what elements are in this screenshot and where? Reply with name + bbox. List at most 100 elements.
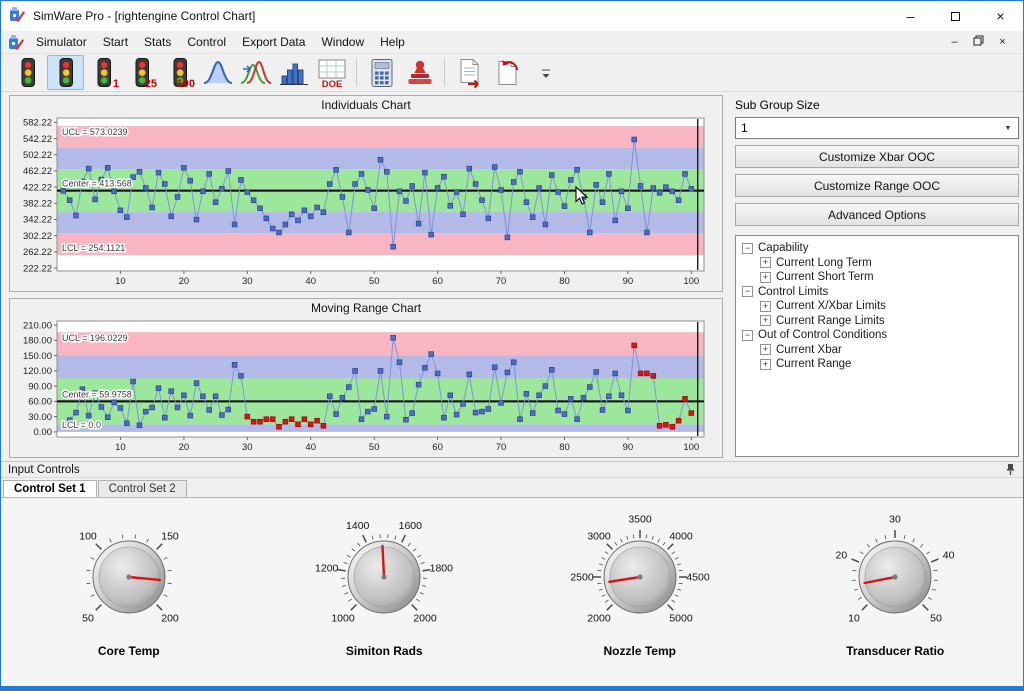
window-resize-edge	[1, 686, 1023, 690]
svg-text:120.00: 120.00	[23, 366, 52, 377]
svg-text:4500: 4500	[686, 572, 710, 584]
menu-control[interactable]: Control	[179, 32, 234, 52]
knob-dial[interactable]: 1020304050	[769, 511, 1021, 644]
customize-xbar-ooc-button[interactable]: Customize Xbar OOC	[735, 145, 1019, 168]
tree-item-current-short-term[interactable]: + Current Short Term	[738, 270, 1016, 285]
moving-range-chart-panel: Moving Range Chart 210.00180.00150.00120…	[9, 298, 723, 458]
svg-text:20: 20	[179, 442, 190, 453]
svg-text:Center = 59.9758: Center = 59.9758	[62, 389, 132, 399]
tree-item-label: Current Short Term	[776, 271, 874, 283]
svg-text:80: 80	[559, 276, 570, 287]
knob-label-nozzle-temp: Nozzle Temp	[514, 644, 766, 658]
tree-item-label: Current Xbar	[776, 344, 842, 356]
knob-dial[interactable]: 2000250030003500400045005000	[514, 511, 766, 644]
svg-text:UCL = 196.0229: UCL = 196.0229	[62, 333, 127, 343]
tree-item-out-of-control-conditions[interactable]: −Out of Control Conditions	[738, 328, 1016, 343]
tree-item-control-limits[interactable]: −Control Limits	[738, 285, 1016, 300]
menu-bar-items: SimulatorStartStatsControlExport DataWin…	[28, 32, 413, 52]
svg-text:1200: 1200	[315, 562, 339, 574]
svg-text:3500: 3500	[628, 514, 652, 526]
knob-simiton-rads[interactable]: 100012001400160018002000Simiton Rads	[258, 511, 510, 658]
title-bar: SimWare Pro - [rightengine Control Chart…	[1, 1, 1023, 31]
advanced-options-button[interactable]: Advanced Options	[735, 203, 1019, 226]
svg-text:382.22: 382.22	[23, 199, 52, 210]
charts-column: Individuals Chart 582.22542.22502.22462.…	[1, 92, 727, 461]
subgroup-size-combobox[interactable]: 1 ▼	[735, 117, 1019, 139]
customize-range-ooc-button[interactable]: Customize Range OOC	[735, 174, 1019, 197]
expand-icon[interactable]: +	[760, 272, 771, 283]
toolbar-overflow-button[interactable]	[527, 55, 564, 90]
run-traffic-active-button[interactable]	[47, 55, 84, 90]
svg-text:100: 100	[683, 276, 699, 287]
export-data-button[interactable]	[489, 55, 526, 90]
maximize-button[interactable]	[933, 1, 978, 31]
menu-start[interactable]: Start	[95, 32, 136, 52]
knob-transducer-ratio[interactable]: 1020304050Transducer Ratio	[769, 511, 1021, 658]
tree-item-current-range[interactable]: + Current Range	[738, 357, 1016, 372]
run-100-button[interactable]: 100	[161, 55, 198, 90]
toolbar-separator	[356, 59, 357, 86]
mdi-close-button[interactable]: ×	[992, 34, 1013, 51]
collapse-icon[interactable]: −	[742, 330, 753, 341]
toolbar: 125100 DOE	[1, 54, 1023, 92]
tree-item-current-long-term[interactable]: +Current Long Term	[738, 256, 1016, 271]
knob-dial[interactable]: 100012001400160018002000	[258, 511, 510, 644]
knob-dial[interactable]: 50100150200	[3, 511, 255, 644]
expand-icon[interactable]: +	[760, 344, 771, 355]
tree-item-label: Capability	[758, 242, 809, 254]
minimize-button[interactable]: –	[888, 1, 933, 31]
svg-text:50: 50	[369, 276, 380, 287]
menu-window[interactable]: Window	[313, 32, 372, 52]
expand-icon[interactable]: +	[760, 359, 771, 370]
input-controls-panel: Input Controls Control Set 1Control Set …	[1, 461, 1023, 690]
menu-simulator[interactable]: Simulator	[28, 32, 95, 52]
menu-stats[interactable]: Stats	[136, 32, 179, 52]
expand-icon[interactable]: +	[760, 301, 771, 312]
mdi-minimize-button[interactable]: –	[944, 34, 965, 51]
run-1-button[interactable]: 1	[85, 55, 122, 90]
svg-text:2000: 2000	[587, 613, 611, 625]
histogram-button[interactable]	[275, 55, 312, 90]
knob-core-temp[interactable]: 50100150200Core Temp	[3, 511, 255, 658]
chevron-down-icon[interactable]: ▼	[999, 119, 1017, 137]
tree-item-current-x-xbar-limits[interactable]: +Current X/Xbar Limits	[738, 299, 1016, 314]
svg-text:40: 40	[943, 549, 955, 561]
knob-nozzle-temp[interactable]: 2000250030003500400045005000Nozzle Temp	[514, 511, 766, 658]
collapse-icon[interactable]: −	[742, 243, 753, 254]
calculator-button[interactable]	[363, 55, 400, 90]
tree-item-current-range-limits[interactable]: +Current Range Limits	[738, 314, 1016, 329]
svg-text:70: 70	[496, 276, 507, 287]
expand-icon[interactable]: +	[760, 257, 771, 268]
distribution-button[interactable]	[199, 55, 236, 90]
svg-text:LCL = 254.1121: LCL = 254.1121	[62, 243, 125, 253]
svg-text:40: 40	[305, 276, 316, 287]
run-traffic-button[interactable]	[9, 55, 46, 90]
run-25-button[interactable]: 25	[123, 55, 160, 90]
svg-text:80: 80	[559, 442, 570, 453]
pin-icon[interactable]	[1005, 463, 1016, 476]
svg-text:210.00: 210.00	[23, 320, 52, 331]
distribution-compare-button[interactable]	[237, 55, 274, 90]
svg-text:90: 90	[623, 276, 634, 287]
expand-icon[interactable]: +	[760, 315, 771, 326]
tab-control-set-2[interactable]: Control Set 2	[98, 480, 187, 497]
tree-item-label: Control Limits	[758, 286, 828, 298]
stamp-button[interactable]	[401, 55, 438, 90]
export-report-button[interactable]	[451, 55, 488, 90]
tree-item-current-xbar[interactable]: + Current Xbar	[738, 343, 1016, 358]
menu-help[interactable]: Help	[372, 32, 413, 52]
svg-text:222.22: 222.22	[23, 263, 52, 274]
svg-text:10: 10	[848, 613, 860, 625]
individuals-chart-plot: 582.22542.22502.22462.22422.22382.22342.…	[10, 113, 720, 289]
mdi-restore-button[interactable]	[968, 34, 989, 51]
menu-export-data[interactable]: Export Data	[234, 32, 313, 52]
close-button[interactable]: ×	[978, 1, 1023, 31]
svg-text:UCL = 573.0239: UCL = 573.0239	[62, 127, 127, 137]
tree-item-label: Current Range	[776, 358, 851, 370]
svg-text:582.22: 582.22	[23, 118, 52, 129]
knobs-row: 50100150200Core Temp10001200140016001800…	[1, 499, 1023, 686]
collapse-icon[interactable]: −	[742, 286, 753, 297]
tree-item-capability[interactable]: −Capability	[738, 241, 1016, 256]
doe-button[interactable]: DOE	[313, 55, 350, 90]
tab-control-set-1[interactable]: Control Set 1	[3, 480, 97, 497]
